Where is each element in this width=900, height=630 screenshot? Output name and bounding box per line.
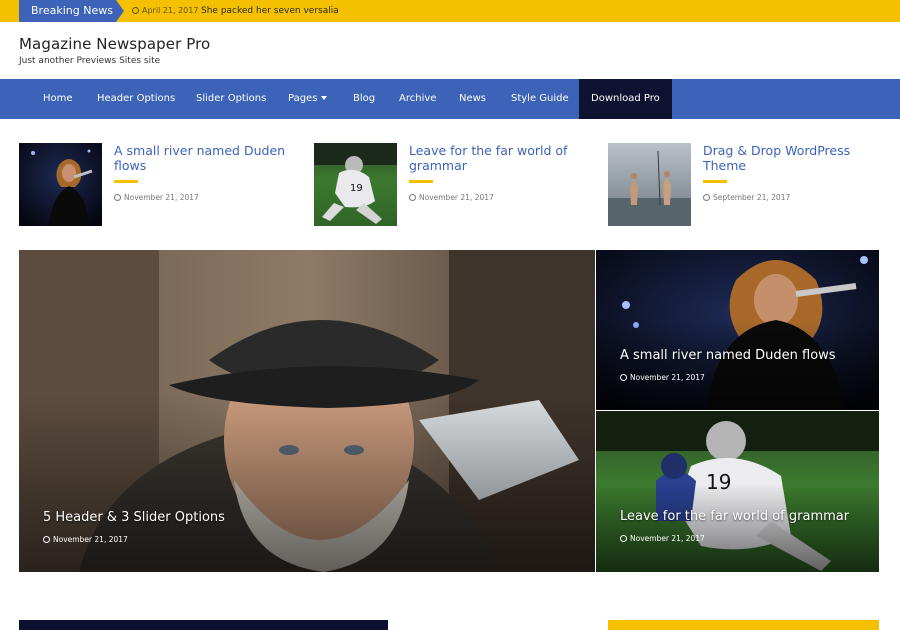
singer-on-stage-photo [19,143,102,226]
nav-item-pages-label: Pages [288,93,318,104]
football-player-photo: 19 [314,143,397,226]
breaking-news-label: Breaking News [19,0,124,22]
featured-side-title: Leave for the far world of grammar [620,509,850,524]
nav-item-news[interactable]: News [459,79,486,119]
main-navigation: Home Header Options Slider Options Pages… [0,79,900,119]
nav-item-slider-options[interactable]: Slider Options [196,79,266,119]
clock-icon [409,194,416,201]
breaking-news-date-text: April 21, 2017 [142,6,199,15]
featured-main-date: November 21, 2017 [43,535,128,544]
featured-side-title: A small river named Duden flows [620,348,836,363]
site-title[interactable]: Magazine Newspaper Pro [19,35,210,53]
nav-item-style-guide[interactable]: Style Guide [511,79,569,119]
featured-side-post[interactable]: 19 Leave for the far world of grammar No… [596,411,879,572]
mini-post-title[interactable]: Leave for the far world of grammar [409,143,589,173]
mini-post: Drag & Drop WordPress Theme September 21… [608,143,878,226]
mini-post-thumbnail-link[interactable]: 19 [314,143,397,226]
clock-icon [114,194,121,201]
featured-main-post[interactable]: 5 Header & 3 Slider Options November 21,… [19,250,595,572]
featured-side-date-text: November 21, 2017 [630,534,705,543]
caret-down-icon [321,96,328,100]
nav-item-blog[interactable]: Blog [353,79,375,119]
nav-item-header-options[interactable]: Header Options [97,79,175,119]
mini-post: A small river named Duden flows November… [19,143,289,226]
breaking-news-bar: Breaking News April 21, 2017 She packed … [0,0,900,22]
mini-post-date: November 21, 2017 [114,193,199,202]
children-in-water-photo [608,143,691,226]
mini-post-date-text: November 21, 2017 [419,193,494,202]
featured-side-date: November 21, 2017 [620,534,705,543]
nav-item-download-pro[interactable]: Download Pro [579,79,672,119]
clock-icon [703,194,710,201]
singer-on-stage-photo [596,250,879,410]
mini-post-title[interactable]: A small river named Duden flows [114,143,294,173]
nav-item-pages[interactable]: Pages [288,79,328,119]
breaking-news-headline-link[interactable]: She packed her seven versalia [201,0,339,22]
mini-post-thumbnail-link[interactable] [19,143,102,226]
football-player-photo: 19 [596,411,879,572]
title-underline [114,180,138,183]
breaking-news-date: April 21, 2017 [132,0,198,22]
featured-main-date-text: November 21, 2017 [53,535,128,544]
sidebar-widget-header [608,620,879,630]
mini-post-date: September 21, 2017 [703,193,790,202]
next-section-image [19,620,388,630]
clock-icon [620,374,627,381]
site-description: Just another Previews Sites site [19,56,161,66]
featured-side-post[interactable]: A small river named Duden flows November… [596,250,879,410]
featured-side-date-text: November 21, 2017 [630,373,705,382]
featured-main-title: 5 Header & 3 Slider Options [43,510,225,525]
mini-post-thumbnail-link[interactable] [608,143,691,226]
nav-item-home[interactable]: Home [43,79,73,119]
mini-post: 19 Leave for the far world of grammar No… [314,143,584,226]
clock-icon [620,535,627,542]
mini-post-date-text: September 21, 2017 [713,193,791,202]
featured-side-date: November 21, 2017 [620,373,705,382]
clock-icon [132,7,139,14]
title-underline [703,180,727,183]
mini-post-title[interactable]: Drag & Drop WordPress Theme [703,143,883,173]
title-underline [409,180,433,183]
nav-item-archive[interactable]: Archive [399,79,436,119]
svg-text:19: 19 [350,183,363,194]
clock-icon [43,536,50,543]
mini-post-date: November 21, 2017 [409,193,494,202]
mini-post-date-text: November 21, 2017 [124,193,199,202]
